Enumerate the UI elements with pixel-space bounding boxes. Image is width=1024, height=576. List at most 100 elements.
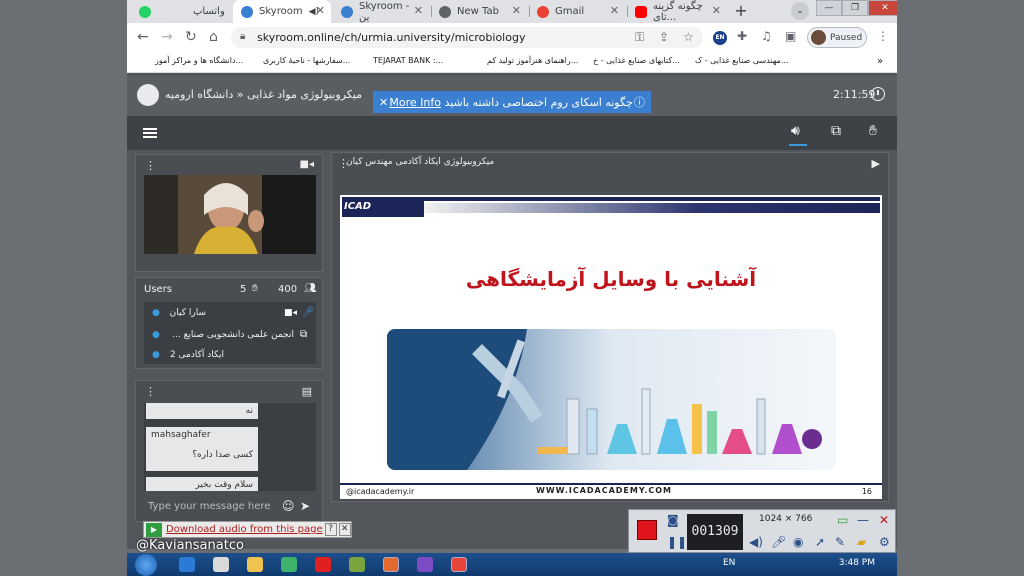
people-icon: 👥︎ xyxy=(304,283,317,294)
bookmark-item[interactable]: کتابهای صنایع غذایی - خ... xyxy=(593,56,680,65)
close-tab-icon[interactable]: ✕ xyxy=(610,4,619,17)
app-icon[interactable] xyxy=(417,557,433,572)
media-icon[interactable]: ♫ xyxy=(761,29,772,43)
pause-icon[interactable]: ❚❚ xyxy=(667,535,687,549)
user-name[interactable]: ایکاد آکادمی 2 xyxy=(170,350,224,360)
home-icon[interactable]: ⌂ xyxy=(209,29,218,45)
panel-menu-icon[interactable]: ⋮ xyxy=(145,385,156,398)
account-icon[interactable] xyxy=(137,84,159,106)
chat-message: mahsaghafer کسی صدا داره؟ xyxy=(146,427,258,471)
microphone-icon[interactable]: 🎤︎ xyxy=(771,535,786,549)
language-indicator[interactable]: EN xyxy=(723,558,735,568)
close-tab-icon[interactable]: ✕ xyxy=(512,4,521,17)
camera-icon[interactable]: ◙ xyxy=(667,513,679,527)
address-bar[interactable]: 🔒︎ skyroom.online/ch/urmia.university/mi… xyxy=(231,27,703,48)
menu-dots-icon[interactable]: ⋮ xyxy=(877,29,889,43)
close-banner-icon[interactable]: ✕ xyxy=(379,96,388,109)
video-panel: ⋮ ■◂ xyxy=(135,154,323,272)
app-icon[interactable] xyxy=(349,557,365,572)
settings-icon[interactable]: ⚙ xyxy=(879,535,890,549)
forward-icon[interactable]: → xyxy=(161,29,173,45)
panel-menu-icon[interactable]: ⋮ xyxy=(145,159,156,172)
presentation-icon[interactable]: ▶ xyxy=(872,157,880,170)
chat-placeholder: Type your message here xyxy=(148,501,271,512)
bookmark-star-icon[interactable]: ☆ xyxy=(683,30,694,44)
minimize-button[interactable]: — xyxy=(816,0,842,16)
lock-icon: 🔒︎ xyxy=(240,31,246,42)
minimize-icon[interactable]: — xyxy=(857,513,869,527)
chat-input[interactable]: Type your message here ☺ ➤ xyxy=(144,497,316,519)
close-tab-icon[interactable]: ✕ xyxy=(316,4,325,17)
hamburger-menu-icon[interactable] xyxy=(143,128,157,138)
firefox-icon[interactable] xyxy=(383,557,399,572)
tab-gmail[interactable]: Gmail ✕ xyxy=(529,0,625,23)
bookmark-item[interactable]: سفارشها - ناحیهٔ کاربری... xyxy=(263,56,350,65)
bookmarks-bar: مهندسی صنایع غذایی - ک... کتابهای صنایع … xyxy=(127,51,897,73)
speaker-icon[interactable]: 🔊︎ xyxy=(791,123,800,139)
share-icon[interactable]: ⇪ xyxy=(659,30,669,44)
ie-icon[interactable] xyxy=(179,557,195,572)
presentation-icon[interactable]: ⧉ xyxy=(831,123,841,139)
bookmark-item[interactable]: راهنمای هنرآموز تولید کم... xyxy=(487,56,578,65)
reload-icon[interactable]: ↻ xyxy=(185,29,197,45)
youtube-icon xyxy=(635,5,647,18)
send-icon[interactable]: ➤ xyxy=(300,499,310,513)
bookmark-item[interactable]: TEJARAT BANK :... xyxy=(373,56,443,65)
media-player-icon[interactable] xyxy=(213,557,229,572)
instagram-handle: @icadacademy.ir xyxy=(346,487,415,496)
app-icon[interactable] xyxy=(281,557,297,572)
translate-extension-icon[interactable]: EN xyxy=(713,31,727,45)
tab-whatsapp[interactable]: واتساپ xyxy=(131,0,231,23)
close-tab-icon[interactable]: ✕ xyxy=(712,4,721,17)
extensions-icon[interactable]: ✚ xyxy=(737,29,747,43)
tab-new-tab[interactable]: New Tab ✕ xyxy=(431,0,527,23)
hand-count: 5 xyxy=(240,284,247,295)
tab-skyroom-2[interactable]: Skyroom - ین ✕ xyxy=(333,0,429,23)
start-button[interactable] xyxy=(135,554,157,576)
close-icon[interactable]: ✕ xyxy=(879,513,889,527)
cursor-icon[interactable]: ➚ xyxy=(815,535,825,549)
record-button[interactable] xyxy=(637,520,657,540)
banner-text: چگونه اسکای روم اختصاصی داشته باشید xyxy=(444,95,633,109)
more-bookmarks-icon[interactable]: » xyxy=(877,56,883,67)
explorer-icon[interactable] xyxy=(247,557,263,572)
webcam-icon[interactable]: ◉ xyxy=(793,535,803,549)
opera-icon[interactable] xyxy=(315,557,331,572)
raise-hand-icon[interactable]: ✋︎ xyxy=(869,123,877,139)
clock[interactable]: 3:48 PM xyxy=(839,558,875,568)
chrome-icon[interactable] xyxy=(451,557,467,572)
skyroom-icon xyxy=(241,5,253,18)
profile-button[interactable]: Paused xyxy=(807,27,867,48)
tab-label: چگونه گزینه تای... xyxy=(653,0,703,23)
tab-skyroom-active[interactable]: Skyroom ◀) ✕ xyxy=(233,0,331,23)
sidebar-icon[interactable]: ▣ xyxy=(785,29,796,43)
camera-icon[interactable]: ■◂ xyxy=(300,159,314,170)
key-icon[interactable]: ⚿ xyxy=(635,30,644,45)
pen-icon[interactable]: ✎ xyxy=(835,535,845,549)
download-audio-link[interactable]: Download audio from this page xyxy=(166,524,323,535)
new-tab-button[interactable]: + xyxy=(731,2,751,20)
tab-youtube[interactable]: چگونه گزینه تای... ✕ xyxy=(627,0,727,23)
help-icon[interactable]: ? xyxy=(324,523,337,536)
play-icon[interactable]: ▶ xyxy=(146,522,162,537)
restore-button[interactable]: ❐ xyxy=(842,0,868,16)
window-icon[interactable]: ▭ xyxy=(837,513,848,527)
user-name[interactable]: سارا کیان xyxy=(170,308,206,318)
back-icon[interactable]: ← xyxy=(137,29,149,45)
emoji-icon[interactable]: ☺ xyxy=(282,499,295,513)
slide-decoration xyxy=(424,197,880,201)
folder-icon[interactable]: ▰ xyxy=(857,535,866,549)
close-window-button[interactable]: ✕ xyxy=(868,0,897,16)
close-icon[interactable]: ✕ xyxy=(338,523,351,536)
speaker-icon[interactable]: ◀) xyxy=(749,535,763,549)
user-icon: ● xyxy=(152,308,160,318)
info-icon: ⓘ xyxy=(634,96,645,109)
more-info-link[interactable]: More Info xyxy=(389,96,441,109)
avatar xyxy=(811,30,826,45)
user-name[interactable]: انجمن علمی دانشجویی صنایع ... xyxy=(172,330,294,340)
bookmark-item[interactable]: دانشگاه ها و مراکز آموز... xyxy=(155,56,243,65)
close-tab-icon[interactable]: ✕ xyxy=(414,4,423,17)
tab-search-button[interactable]: ⌄ xyxy=(791,2,809,20)
message-text: کسی صدا داره؟ xyxy=(192,450,253,460)
bookmark-item[interactable]: مهندسی صنایع غذایی - ک... xyxy=(695,56,788,65)
